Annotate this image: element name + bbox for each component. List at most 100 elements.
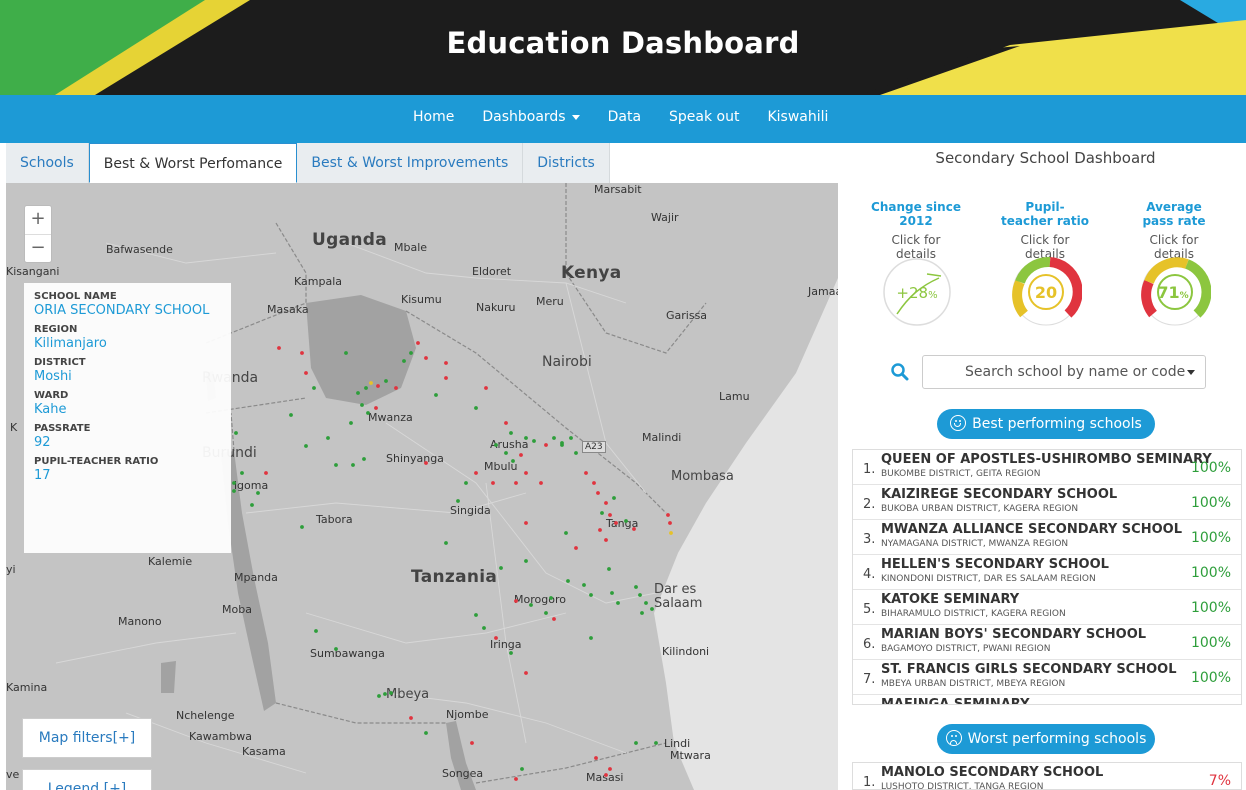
school-marker[interactable]	[484, 386, 488, 390]
school-marker[interactable]	[334, 647, 338, 651]
change-gauge[interactable]: +28%	[881, 256, 953, 328]
school-marker[interactable]	[444, 361, 448, 365]
school-marker[interactable]	[514, 481, 518, 485]
nav-data[interactable]: Data	[608, 109, 641, 125]
school-marker[interactable]	[608, 513, 612, 517]
school-marker[interactable]	[383, 692, 387, 696]
school-marker[interactable]	[499, 566, 503, 570]
school-marker[interactable]	[304, 371, 308, 375]
school-marker[interactable]	[376, 384, 380, 388]
school-marker[interactable]	[334, 463, 338, 467]
school-marker[interactable]	[474, 613, 478, 617]
school-marker[interactable]	[304, 444, 308, 448]
school-marker[interactable]	[511, 459, 515, 463]
school-marker[interactable]	[384, 379, 388, 383]
school-marker[interactable]	[424, 731, 428, 735]
school-marker[interactable]	[289, 413, 293, 417]
school-marker[interactable]	[277, 346, 281, 350]
school-marker[interactable]	[409, 716, 413, 720]
school-marker[interactable]	[616, 601, 620, 605]
school-marker[interactable]	[607, 567, 611, 571]
school-marker[interactable]	[482, 626, 486, 630]
school-marker[interactable]	[666, 513, 670, 517]
school-marker[interactable]	[584, 471, 588, 475]
school-marker[interactable]	[456, 499, 460, 503]
school-marker[interactable]	[519, 453, 523, 457]
school-marker[interactable]	[409, 351, 413, 355]
school-marker[interactable]	[644, 601, 648, 605]
school-marker[interactable]	[514, 777, 518, 781]
school-marker[interactable]	[494, 636, 498, 640]
school-marker[interactable]	[356, 391, 360, 395]
nav-home[interactable]: Home	[413, 109, 454, 125]
school-marker[interactable]	[470, 741, 474, 745]
school-marker[interactable]	[596, 491, 600, 495]
tab-schools[interactable]: Schools	[6, 143, 89, 183]
school-marker[interactable]	[312, 386, 316, 390]
school-marker[interactable]	[560, 441, 564, 445]
school-marker[interactable]	[638, 593, 642, 597]
school-marker[interactable]	[604, 773, 608, 777]
school-marker[interactable]	[474, 406, 478, 410]
nav-kiswahili[interactable]: Kiswahili	[767, 109, 828, 125]
school-marker[interactable]	[491, 481, 495, 485]
school-marker[interactable]	[589, 593, 593, 597]
stat-ptr[interactable]: Pupil-teacher ratio Click for details	[1000, 200, 1090, 261]
school-marker[interactable]	[668, 521, 672, 525]
school-marker[interactable]	[234, 431, 238, 435]
school-marker[interactable]	[552, 436, 556, 440]
school-marker[interactable]	[532, 439, 536, 443]
school-marker[interactable]	[529, 603, 533, 607]
school-marker[interactable]	[444, 376, 448, 380]
school-marker[interactable]	[300, 525, 304, 529]
school-marker[interactable]	[654, 741, 658, 745]
school-marker[interactable]	[600, 511, 604, 515]
school-marker[interactable]	[514, 599, 518, 603]
school-marker[interactable]	[634, 585, 638, 589]
school-marker[interactable]	[610, 591, 614, 595]
pass-gauge[interactable]: 71%	[1139, 256, 1211, 328]
school-marker[interactable]	[669, 531, 673, 535]
school-marker[interactable]	[509, 651, 513, 655]
school-marker[interactable]	[362, 457, 366, 461]
search-icon[interactable]	[890, 362, 910, 382]
school-marker[interactable]	[594, 756, 598, 760]
school-marker[interactable]	[344, 351, 348, 355]
school-marker[interactable]	[300, 351, 304, 355]
school-marker[interactable]	[394, 386, 398, 390]
school-marker[interactable]	[509, 431, 513, 435]
school-marker[interactable]	[444, 541, 448, 545]
school-marker[interactable]	[349, 421, 353, 425]
map-filters-button[interactable]: Map filters[+]	[22, 718, 152, 758]
school-marker[interactable]	[604, 538, 608, 542]
school-marker[interactable]	[544, 611, 548, 615]
school-marker[interactable]	[650, 607, 654, 611]
school-marker[interactable]	[566, 579, 570, 583]
school-marker[interactable]	[614, 521, 618, 525]
school-marker[interactable]	[524, 471, 528, 475]
school-marker[interactable]	[592, 481, 596, 485]
school-marker[interactable]	[612, 496, 616, 500]
worst-performing-button[interactable]: Worst performing schools	[937, 724, 1155, 754]
school-marker[interactable]	[574, 451, 578, 455]
zoom-out-button[interactable]: −	[25, 234, 51, 262]
stat-change[interactable]: Change since 2012 Click for details	[871, 200, 961, 261]
legend-button[interactable]: Legend [+]	[22, 769, 152, 790]
school-marker[interactable]	[240, 471, 244, 475]
school-marker[interactable]	[632, 527, 636, 531]
zoom-in-button[interactable]: +	[25, 206, 51, 234]
school-marker[interactable]	[366, 411, 370, 415]
school-marker[interactable]	[524, 671, 528, 675]
school-marker[interactable]	[256, 491, 260, 495]
school-row[interactable]: 1. MANOLO SECONDARY SCHOOL LUSHOTO DISTRIC…	[853, 763, 1241, 789]
school-marker[interactable]	[634, 741, 638, 745]
search-school-input[interactable]: Search school by name or code	[922, 355, 1206, 389]
map-view[interactable]: Uganda Kenya Tanzania Rwanda Burundi Nai…	[6, 183, 838, 790]
school-marker[interactable]	[524, 559, 528, 563]
school-marker[interactable]	[351, 463, 355, 467]
best-performing-button[interactable]: Best performing schools	[937, 409, 1155, 439]
school-marker[interactable]	[374, 406, 378, 410]
school-marker[interactable]	[552, 617, 556, 621]
school-marker[interactable]	[574, 546, 578, 550]
school-marker[interactable]	[424, 461, 428, 465]
